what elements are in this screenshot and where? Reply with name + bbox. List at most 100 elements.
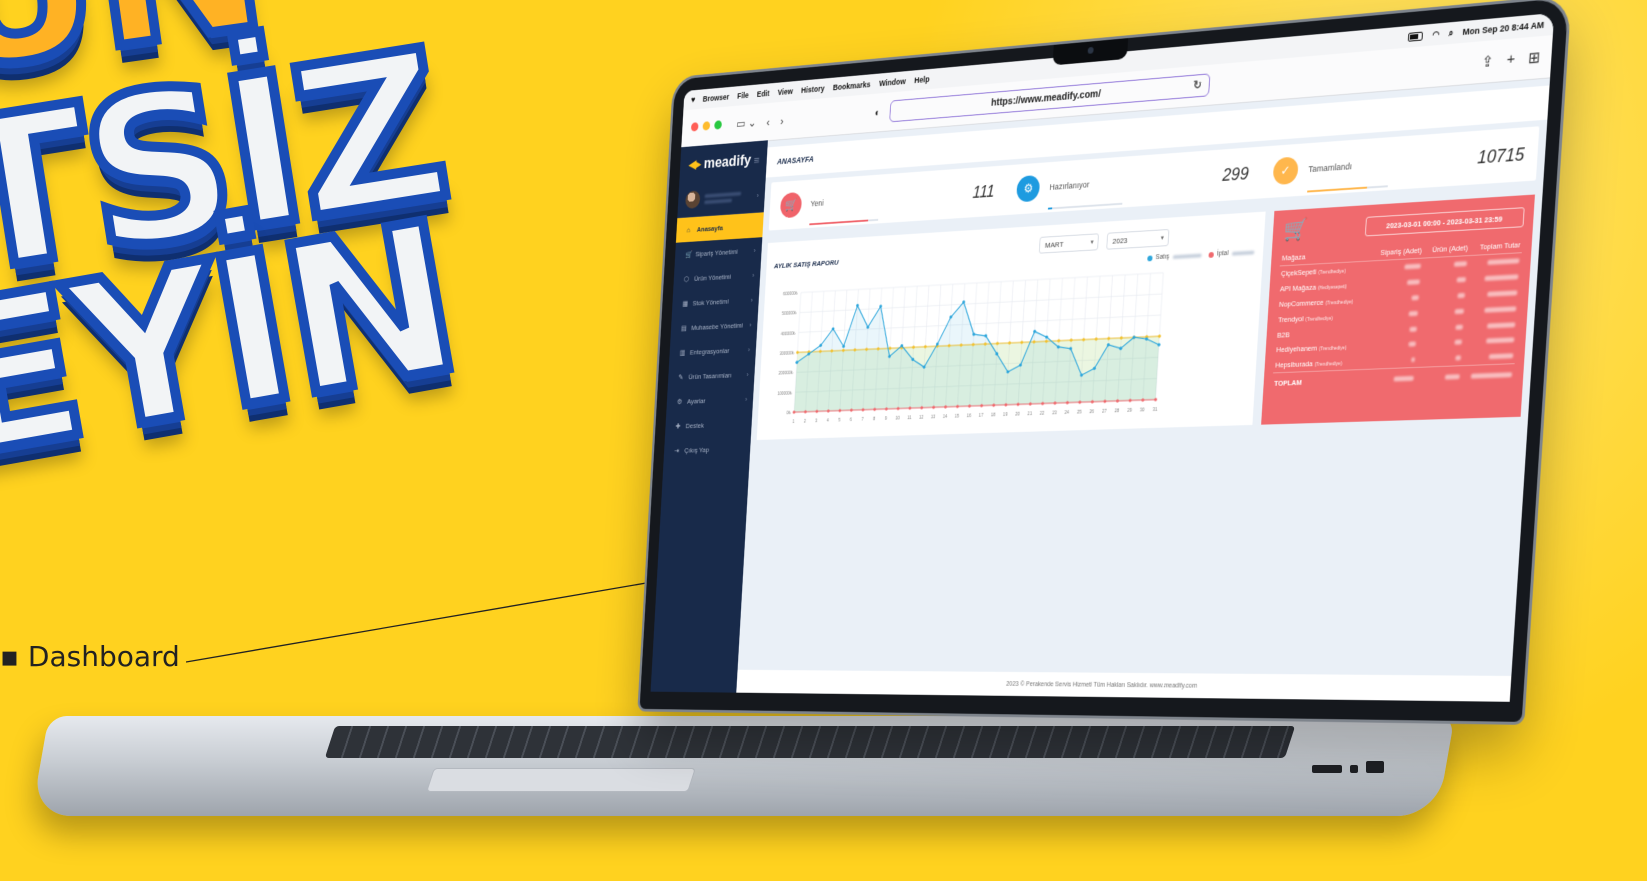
back-icon[interactable]: ‹ — [766, 115, 770, 129]
x-tick-label: 13 — [931, 414, 936, 419]
x-tick-label: 20 — [1015, 411, 1020, 416]
monthly-sales-report-card: AYLIK SATIŞ RAPORU MART 2023 Satış İptal… — [757, 212, 1266, 440]
minimize-window-button[interactable] — [702, 121, 710, 130]
sales-line-chart: 0₺100000₺200000₺300000₺400000₺500000₺600… — [763, 269, 1170, 430]
legend-sales-value-blurred — [1172, 253, 1201, 258]
stat-value: 299 — [1222, 163, 1249, 185]
logo-mark-icon: ◀▸ — [689, 157, 702, 172]
x-tick-label: 19 — [1003, 412, 1008, 417]
led-icon — [1350, 765, 1358, 773]
x-tick-label: 8 — [873, 416, 876, 421]
sidebar-item-ayarlar[interactable]: ⚙ Ayarlar › — [666, 386, 754, 414]
search-icon[interactable]: ⌕ — [1448, 27, 1453, 38]
sales-point — [962, 300, 965, 303]
menubar-clock[interactable]: Mon Sep 20 8:44 AM — [1462, 20, 1544, 37]
store-tag: (Hediyesepeti) — [1318, 284, 1347, 291]
grid-icon: ▥ — [680, 348, 691, 356]
total-orders-blurred — [1363, 368, 1417, 388]
new-tab-icon[interactable]: + — [1506, 50, 1515, 69]
sidebar-item-çıkış-yap[interactable]: ⇥ Çıkış Yap — [663, 436, 751, 463]
cart-icon: 🛒 — [1283, 217, 1309, 244]
x-tick-label: 24 — [1064, 410, 1069, 415]
year-select[interactable]: 2023 — [1106, 229, 1169, 250]
sales-point — [879, 305, 882, 308]
menu-file[interactable]: File — [737, 91, 749, 101]
home-icon: ⌂ — [687, 225, 698, 234]
stat-preparing[interactable]: ⚙ Hazırlanıyor 299 — [1005, 159, 1262, 203]
x-tick-label: 18 — [991, 412, 996, 417]
menu-history[interactable]: History — [801, 84, 825, 95]
x-tick-label: 25 — [1077, 409, 1082, 414]
zoom-window-button[interactable] — [714, 120, 722, 129]
x-tick-label: 12 — [919, 415, 924, 420]
x-tick-label: 11 — [907, 415, 912, 420]
tab-overview-icon[interactable]: ⊞ — [1528, 48, 1541, 67]
tag-icon: ⬡ — [684, 274, 695, 282]
reload-icon[interactable]: ↻ — [1193, 78, 1202, 92]
menu-view[interactable]: View — [777, 87, 793, 97]
stat-new[interactable]: 🛒 Yeni 111 — [769, 177, 1006, 219]
month-select[interactable]: MART — [1039, 233, 1099, 253]
close-window-button[interactable] — [691, 122, 699, 131]
legend-sales-label: Satış — [1155, 254, 1169, 261]
cart-icon: 🛒 — [685, 250, 696, 259]
menu-bookmarks[interactable]: Bookmarks — [833, 80, 871, 92]
x-tick-label: 5 — [838, 417, 841, 422]
sidebar-item-label: Stok Yönetimi — [692, 296, 751, 307]
stat-label: Tamamlandı — [1308, 161, 1352, 174]
avatar — [685, 190, 701, 209]
product-count-blurred — [1416, 350, 1463, 368]
x-tick-label: 27 — [1102, 408, 1107, 413]
sidebar-item-ürün-tasarımları[interactable]: ✎ Ürün Tasarımları › — [668, 361, 756, 389]
hdmi-port-icon — [1366, 761, 1384, 773]
wifi-icon[interactable]: ◠ — [1432, 29, 1440, 41]
window-controls — [691, 117, 727, 136]
main-content: ANASAYFA 🛒 Yeni 111 ⚙ Hazırlanıyor 299 ✓ Tamaml… — [736, 77, 1550, 701]
user-info-blurred — [704, 188, 757, 207]
sidebar-item-label: Anasayfa — [697, 221, 764, 233]
legend-cancel-value-blurred — [1232, 250, 1255, 255]
logout-icon: ⇥ — [674, 446, 685, 454]
total-amount-blurred — [1461, 364, 1515, 385]
stat-completed[interactable]: ✓ Tamamlandı 10715 — [1260, 139, 1539, 186]
cancel-point — [793, 411, 796, 414]
menu-edit[interactable]: Edit — [757, 89, 770, 99]
x-tick-label: 14 — [943, 414, 948, 419]
target-point — [1158, 334, 1161, 338]
sidebar-toggle-icon[interactable]: ▭ ⌄ — [736, 116, 757, 132]
forward-icon[interactable]: › — [780, 114, 784, 128]
store-tag: (Trendhediye) — [1305, 316, 1333, 323]
total-label: TOPLAM — [1272, 370, 1364, 392]
sidebar-item-destek[interactable]: ✚ Destek — [665, 411, 753, 438]
privacy-shield-icon[interactable]: ◐ — [874, 106, 880, 119]
store-tag: (Trendhediye) — [1314, 361, 1342, 368]
chevron-right-icon: › — [749, 320, 751, 328]
apple-icon[interactable]: ♥ — [691, 95, 696, 105]
sidebar-item-entegrasyonlar[interactable]: ▥ Entegrasyonlar › — [669, 337, 757, 366]
x-tick-label: 7 — [861, 417, 864, 422]
x-tick-label: 9 — [885, 416, 888, 421]
url-text: https://www.meadify.com/ — [991, 88, 1101, 108]
x-tick-label: 15 — [955, 413, 960, 418]
menu-window[interactable]: Window — [879, 77, 906, 88]
share-icon[interactable]: ⇪ — [1481, 52, 1494, 71]
sales-area — [794, 290, 1162, 412]
store-orders-table: Mağaza Sipariş (Adet) Ürün (Adet) Toplam Tu… — [1272, 237, 1523, 391]
keyboard — [325, 726, 1295, 758]
y-tick-label: 300000₺ — [779, 350, 795, 356]
battery-icon[interactable] — [1408, 31, 1423, 41]
laptop-ports — [1312, 760, 1392, 778]
menu-browser[interactable]: Browser — [703, 92, 730, 103]
gears-icon: ⚙ — [1016, 175, 1040, 203]
chevron-right-icon: › — [746, 370, 748, 378]
menu-help[interactable]: Help — [914, 74, 930, 84]
total-products-blurred — [1415, 366, 1462, 386]
camera-icon — [1087, 47, 1093, 54]
settings-icon: ⚙ — [677, 397, 688, 405]
store-orders-card: 🛒 2023-03-01 00:00 - 2023-03-31 23:59 Ma… — [1261, 195, 1535, 425]
sidebar-item-label: Çıkış Yap — [684, 444, 750, 454]
sidebar-item-label: Ürün Tasarımları — [688, 370, 747, 380]
menu-toggle-icon[interactable]: ≡ — [753, 153, 759, 167]
cart-icon: 🛒 — [780, 192, 802, 218]
date-range-picker[interactable]: 2023-03-01 00:00 - 2023-03-31 23:59 — [1365, 207, 1525, 236]
